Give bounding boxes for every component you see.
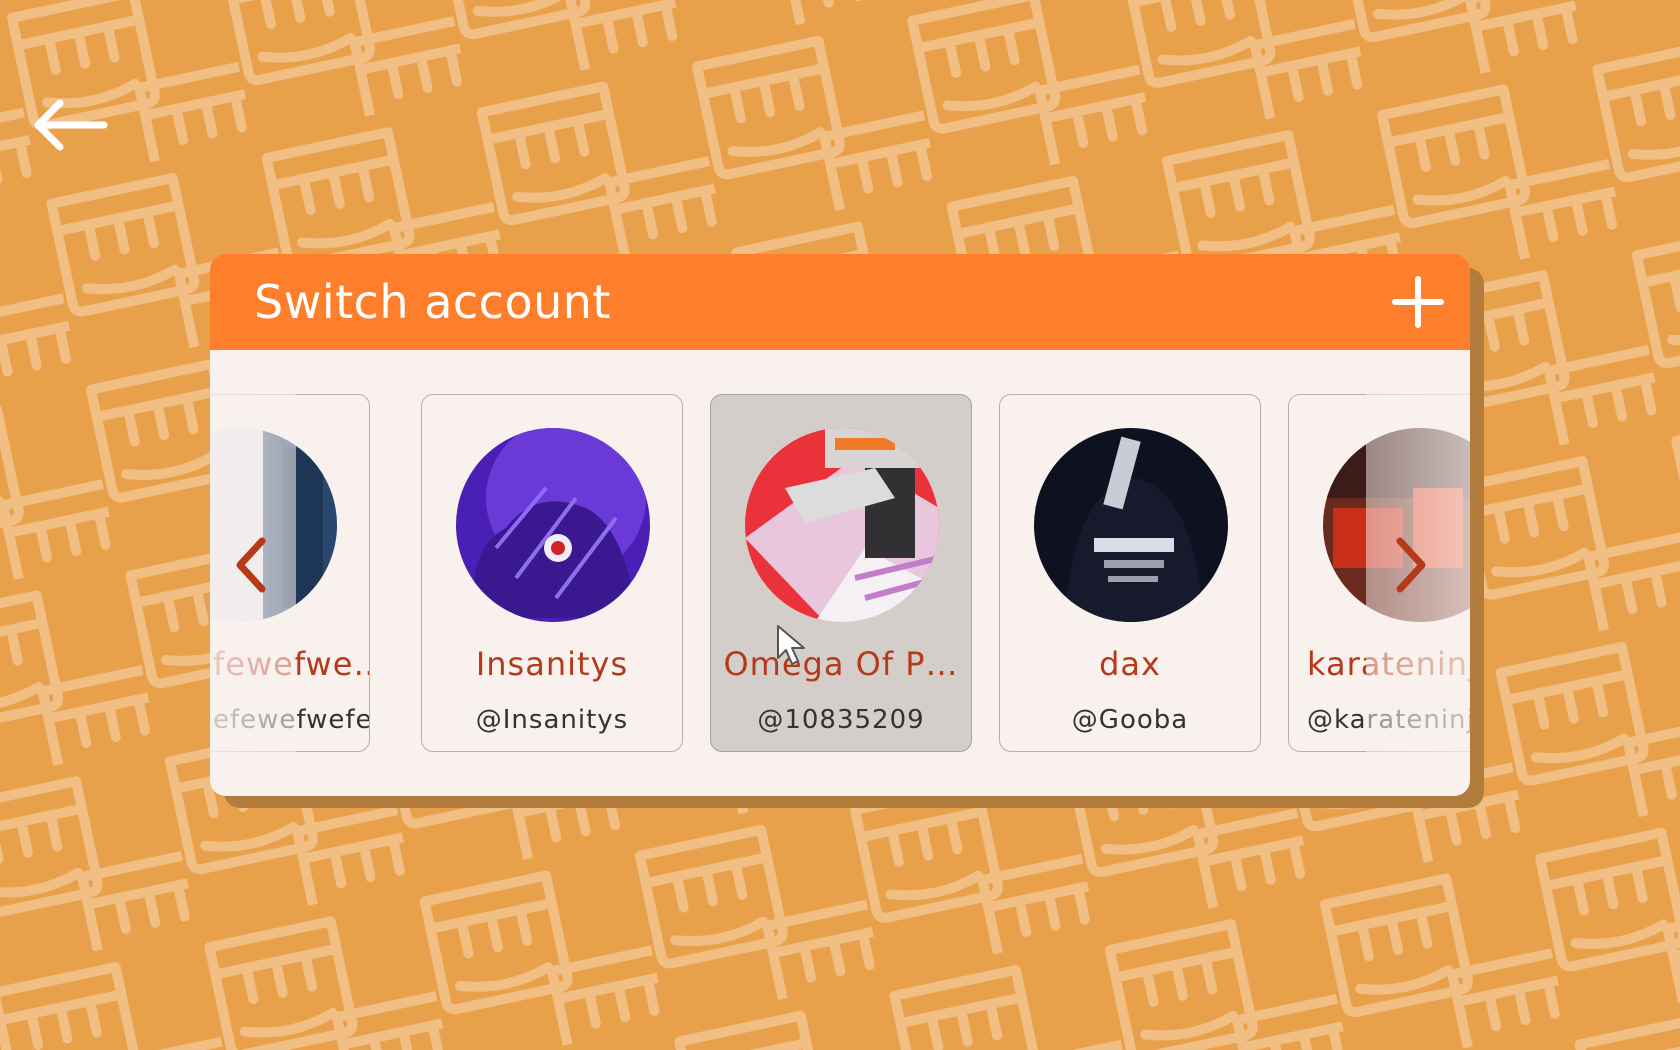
- carousel-prev-button[interactable]: [222, 525, 282, 605]
- switch-account-dialog: Switch account fewefwe… efewefwefe…: [210, 254, 1470, 796]
- avatar: [456, 428, 650, 622]
- account-card[interactable]: Insanitys @Insanitys: [421, 394, 683, 752]
- chevron-left-icon: [236, 537, 266, 593]
- account-card[interactable]: dax @Gooba: [999, 394, 1261, 752]
- account-name: Omega Of P…: [723, 645, 959, 683]
- avatar: [745, 428, 939, 622]
- account-name: dax: [1099, 645, 1161, 683]
- dialog-header: Switch account: [210, 254, 1470, 350]
- dialog-title: Switch account: [254, 275, 611, 329]
- back-button[interactable]: [30, 92, 110, 158]
- carousel-next-button[interactable]: [1380, 525, 1440, 605]
- account-name: Insanitys: [475, 645, 629, 683]
- chevron-right-icon: [1396, 537, 1426, 593]
- account-carousel[interactable]: fewefwe… efewefwefe… Insanitys @Insanity…: [210, 350, 1470, 796]
- avatar: [1034, 428, 1228, 622]
- account-handle: @Insanitys: [475, 705, 629, 735]
- account-handle: @10835209: [757, 705, 925, 735]
- account-handle: @Gooba: [1071, 705, 1189, 735]
- arrow-left-icon: [34, 99, 108, 151]
- mouse-cursor-icon: [777, 625, 805, 665]
- plus-icon: [1392, 276, 1444, 328]
- account-card-selected[interactable]: Omega Of P… @10835209: [710, 394, 972, 752]
- add-account-button[interactable]: [1390, 274, 1446, 330]
